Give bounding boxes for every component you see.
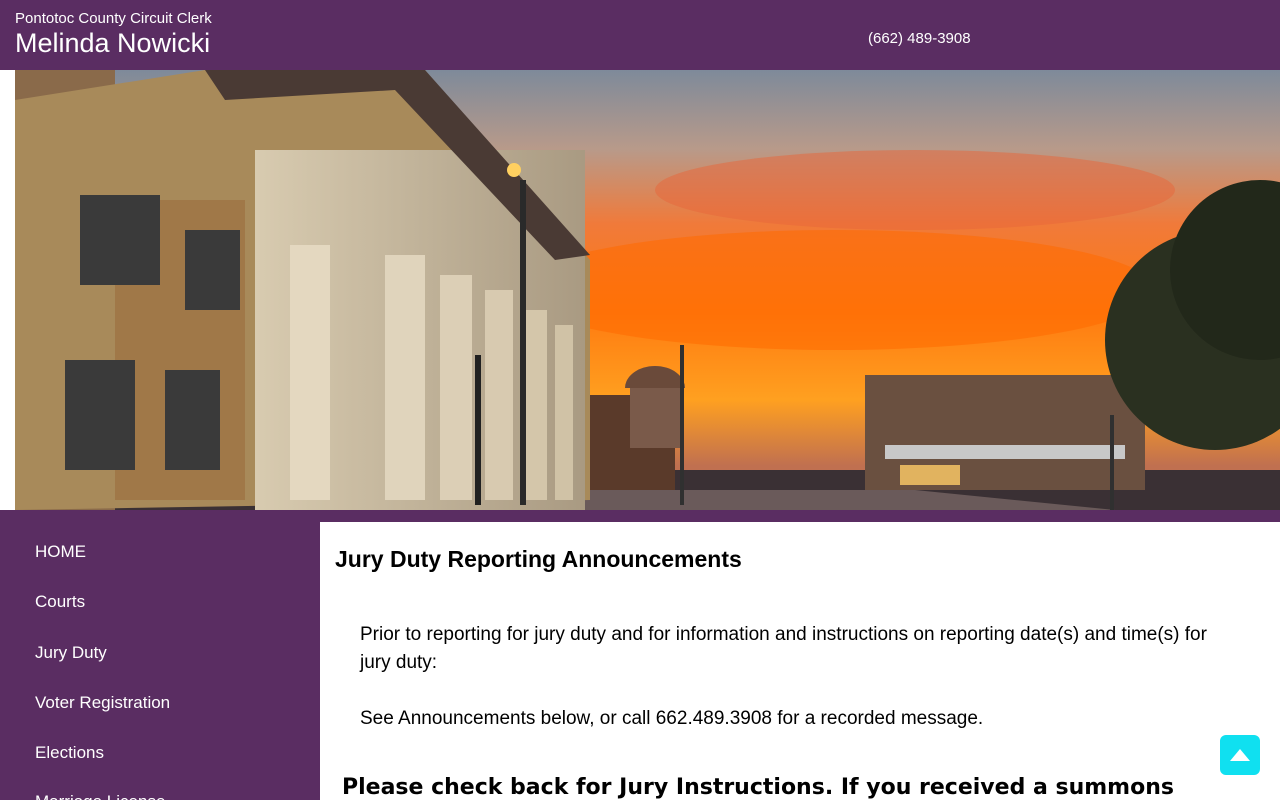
clerk-name[interactable]: Melinda Nowicki [15,28,210,59]
office-title: Pontotoc County Circuit Clerk [15,10,212,27]
phone-paragraph: See Announcements below, or call 662.489… [360,708,984,729]
sidebar-item-courts[interactable]: Courts [35,592,85,612]
main-content: Jury Duty Reporting Announcements Prior … [320,522,1280,800]
sidebar-item-marriage-license[interactable]: Marriage License [35,792,165,800]
courthouse-sunset-photo [15,70,1280,510]
sidebar-nav: HOME Courts Jury Duty Voter Registration… [0,522,320,800]
scroll-to-top-button[interactable] [1220,735,1260,775]
hero-image [0,70,1280,510]
sidebar-item-elections[interactable]: Elections [35,743,104,763]
phone-number[interactable]: (662) 489-3908 [868,30,971,47]
jury-notice: Please check back for Jury Instructions.… [342,775,1174,800]
intro-paragraph: Prior to reporting for jury duty and for… [360,624,1207,673]
site-header: Pontotoc County Circuit Clerk Melinda No… [0,0,1280,70]
chevron-up-icon [1230,749,1250,761]
hero-divider [0,510,1280,522]
sidebar-item-home[interactable]: HOME [35,542,86,562]
page-title: Jury Duty Reporting Announcements [335,546,742,572]
sidebar-item-voter-registration[interactable]: Voter Registration [35,693,170,713]
sidebar-item-jury-duty[interactable]: Jury Duty [35,643,107,663]
